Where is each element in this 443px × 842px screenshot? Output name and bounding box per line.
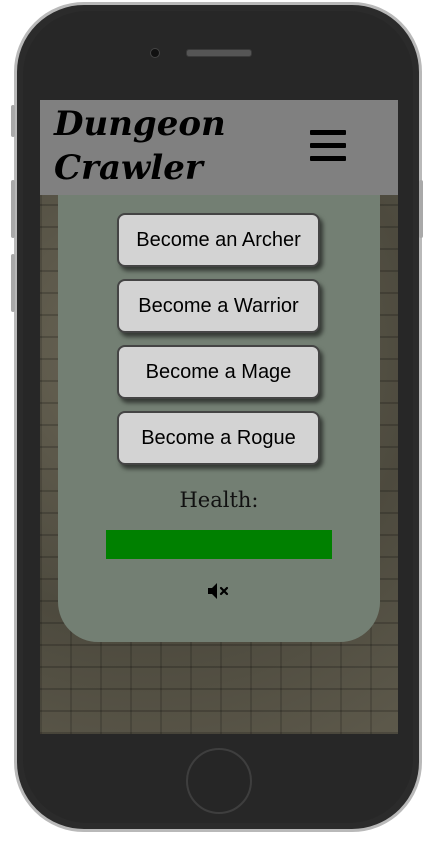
- health-bar-fill: [106, 530, 332, 559]
- hamburger-menu-icon[interactable]: [310, 130, 346, 164]
- health-label: Health:: [179, 488, 259, 512]
- become-archer-button[interactable]: Become an Archer: [117, 213, 320, 267]
- title-line-2: Crawler: [54, 148, 203, 188]
- character-select-panel: Become an Archer Become a Warrior Become…: [58, 195, 380, 642]
- become-warrior-button[interactable]: Become a Warrior: [117, 279, 320, 333]
- phone-power-button: [419, 180, 423, 238]
- phone-volume-up-button: [11, 180, 15, 238]
- phone-side-button: [11, 105, 15, 137]
- become-rogue-button[interactable]: Become a Rogue: [117, 411, 320, 465]
- app-header: Dungeon Crawler: [40, 100, 398, 195]
- health-bar: [106, 530, 332, 559]
- speaker-muted-icon[interactable]: [206, 581, 232, 601]
- become-mage-button[interactable]: Become a Mage: [117, 345, 320, 399]
- phone-volume-down-button: [11, 254, 15, 312]
- title-line-1: Dungeon: [54, 104, 226, 144]
- app-screen: Dungeon Crawler Become an Archer Become …: [40, 100, 398, 734]
- camera-icon: [150, 48, 160, 58]
- page-title: Dungeon Crawler: [54, 102, 254, 190]
- home-button[interactable]: [186, 748, 252, 814]
- earpiece-speaker: [186, 49, 252, 57]
